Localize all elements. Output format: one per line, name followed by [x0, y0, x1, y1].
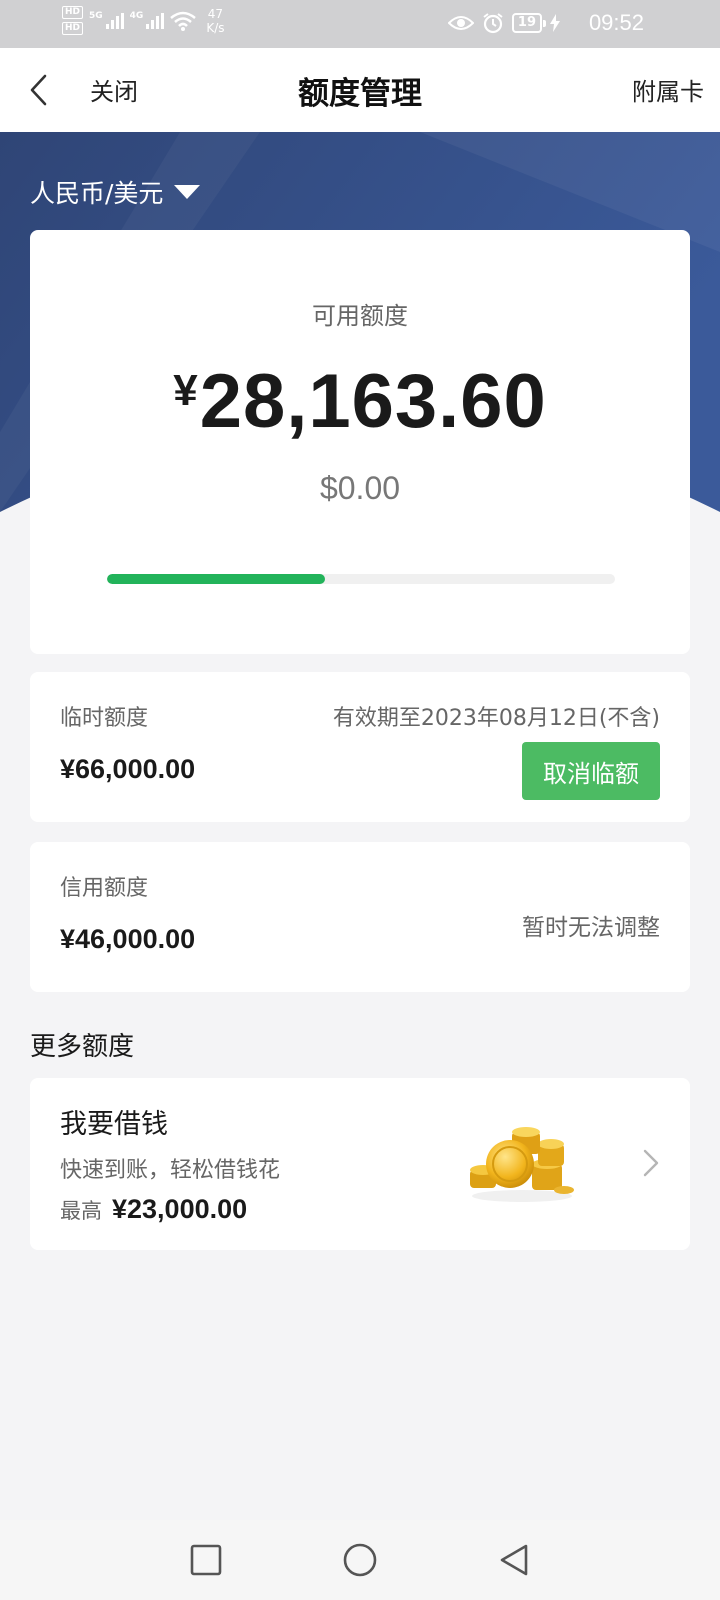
status-left: HD HD 5G 4G 47 K/s	[62, 6, 225, 35]
loan-max-amount: 最高 ¥23,000.00	[60, 1194, 247, 1225]
temporary-credit-value: ¥66,000.00	[60, 754, 196, 784]
borrow-money-card[interactable]: 我要借钱 快速到账，轻松借钱花 最高 ¥23,000.00	[30, 1078, 690, 1250]
network-speed: 47 K/s	[206, 7, 224, 35]
status-bar: HD HD 5G 4G 47 K/s 19 09:52	[0, 0, 720, 48]
status-right: 19	[447, 12, 560, 34]
signal-icon	[146, 12, 165, 29]
network-type-label: 4G	[129, 10, 144, 21]
close-button[interactable]: 关闭	[90, 72, 138, 107]
wifi-icon	[170, 11, 197, 31]
loan-max-value: ¥23,000.00	[112, 1194, 248, 1224]
hd-badge: HD	[62, 6, 84, 19]
available-usd-amount: $0.00	[319, 470, 401, 506]
yen-symbol: ¥	[173, 366, 198, 415]
eye-icon	[447, 16, 474, 30]
back-button[interactable]	[18, 70, 58, 110]
credit-adjust-note: 暂时无法调整	[522, 915, 660, 941]
loan-title: 我要借钱	[60, 1109, 168, 1140]
hd-badge: HD	[62, 22, 84, 35]
nav-bar: 关闭 额度管理 附属卡	[0, 48, 720, 132]
charging-icon	[550, 14, 560, 32]
recents-button[interactable]	[186, 1540, 226, 1580]
battery-icon: 19	[511, 13, 547, 33]
more-credit-title: 更多额度	[30, 1032, 135, 1062]
temporary-credit-card: 临时额度 有效期至2023年08月12日(不含) ¥66,000.00 取消临额	[30, 672, 690, 822]
status-time: 09:52	[588, 10, 644, 35]
credit-limit-value: ¥46,000.00	[60, 924, 196, 954]
network-type-label: 5G	[89, 10, 103, 21]
temporary-credit-validity: 有效期至2023年08月12日(不含)	[332, 706, 660, 731]
hd-indicators: HD HD	[62, 6, 84, 35]
signal-icon	[105, 12, 124, 29]
speed-unit: K/s	[206, 20, 225, 35]
system-navigation-bar	[0, 1520, 720, 1600]
triangle-back-icon	[500, 1544, 528, 1576]
available-credit-label: 可用额度	[312, 302, 408, 330]
gold-coins-icon	[470, 1127, 574, 1202]
loan-subtitle: 快速到账，轻松借钱花	[60, 1158, 281, 1183]
alarm-icon	[483, 13, 503, 34]
circle-icon	[343, 1543, 377, 1577]
chevron-right-icon	[643, 1149, 659, 1177]
home-button[interactable]	[340, 1540, 380, 1580]
cancel-temporary-credit-button[interactable]: 取消临额	[522, 742, 660, 800]
secondary-card-button[interactable]: 附属卡	[632, 72, 704, 107]
credit-limit-label: 信用额度	[60, 876, 149, 901]
currency-selector[interactable]: 人民币/美元	[30, 174, 201, 210]
square-icon	[190, 1544, 222, 1576]
caret-down-icon	[174, 185, 201, 199]
system-back-button[interactable]	[494, 1540, 534, 1580]
currency-label: 人民币/美元	[30, 179, 164, 208]
speed-value: 47	[207, 6, 224, 21]
credit-limit-card: 信用额度 ¥46,000.00 暂时无法调整	[30, 842, 690, 992]
available-cny-amount: ¥28,163.60	[30, 358, 690, 445]
available-credit-card: 可用额度 ¥28,163.60 $0.00	[30, 230, 690, 654]
cny-amount: 28,163.60	[199, 359, 547, 444]
credit-usage-bar	[107, 574, 615, 584]
chevron-left-icon	[30, 74, 47, 106]
loan-max-label: 最高	[60, 1199, 102, 1223]
credit-usage-fill	[107, 574, 326, 584]
temporary-credit-label: 临时额度	[60, 706, 149, 731]
